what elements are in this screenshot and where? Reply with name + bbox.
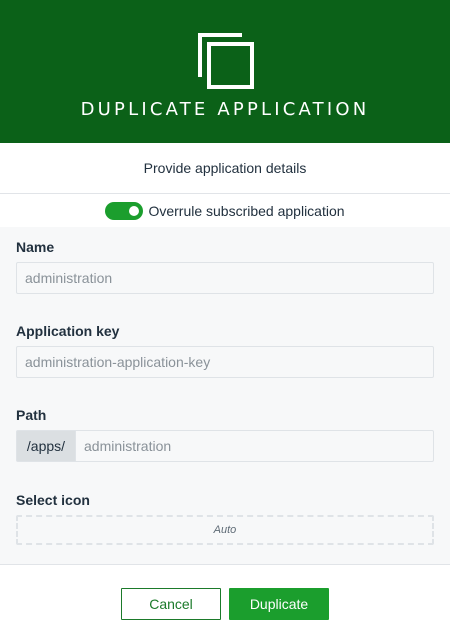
app-key-label: Application key — [16, 323, 120, 339]
app-key-input[interactable] — [16, 346, 434, 378]
name-label: Name — [16, 239, 55, 255]
icon-select-value: Auto — [213, 524, 237, 536]
path-label: Path — [16, 407, 47, 423]
dialog-footer: Cancel Duplicate — [0, 564, 450, 644]
select-icon-field-group: Select icon Auto — [16, 462, 434, 545]
dialog-title: DUPLICATE APPLICATION — [80, 99, 370, 120]
overrule-toggle-label: Overrule subscribed application — [148, 202, 345, 219]
name-field-group: Name — [16, 227, 434, 294]
toggle-knob — [129, 205, 140, 216]
name-input[interactable] — [16, 262, 434, 294]
dialog-header: DUPLICATE APPLICATION — [0, 0, 450, 143]
dialog-subtitle: Provide application details — [0, 143, 450, 194]
overrule-toggle-row: Overrule subscribed application — [0, 194, 450, 227]
select-icon-label: Select icon — [16, 492, 90, 508]
path-input-group: /apps/ — [16, 430, 434, 462]
duplicate-application-dialog: DUPLICATE APPLICATION Provide applicatio… — [0, 0, 450, 644]
cancel-button[interactable]: Cancel — [121, 588, 221, 620]
icon-select-dropzone[interactable]: Auto — [16, 515, 434, 545]
path-input[interactable] — [75, 430, 434, 462]
duplicate-button[interactable]: Duplicate — [229, 588, 329, 620]
application-form: Name Application key Path /apps/ Select … — [0, 227, 450, 545]
path-field-group: Path /apps/ — [16, 378, 434, 462]
duplicate-icon — [198, 33, 254, 89]
path-prefix: /apps/ — [16, 430, 75, 462]
app-key-field-group: Application key — [16, 294, 434, 378]
overrule-toggle[interactable] — [105, 201, 144, 220]
